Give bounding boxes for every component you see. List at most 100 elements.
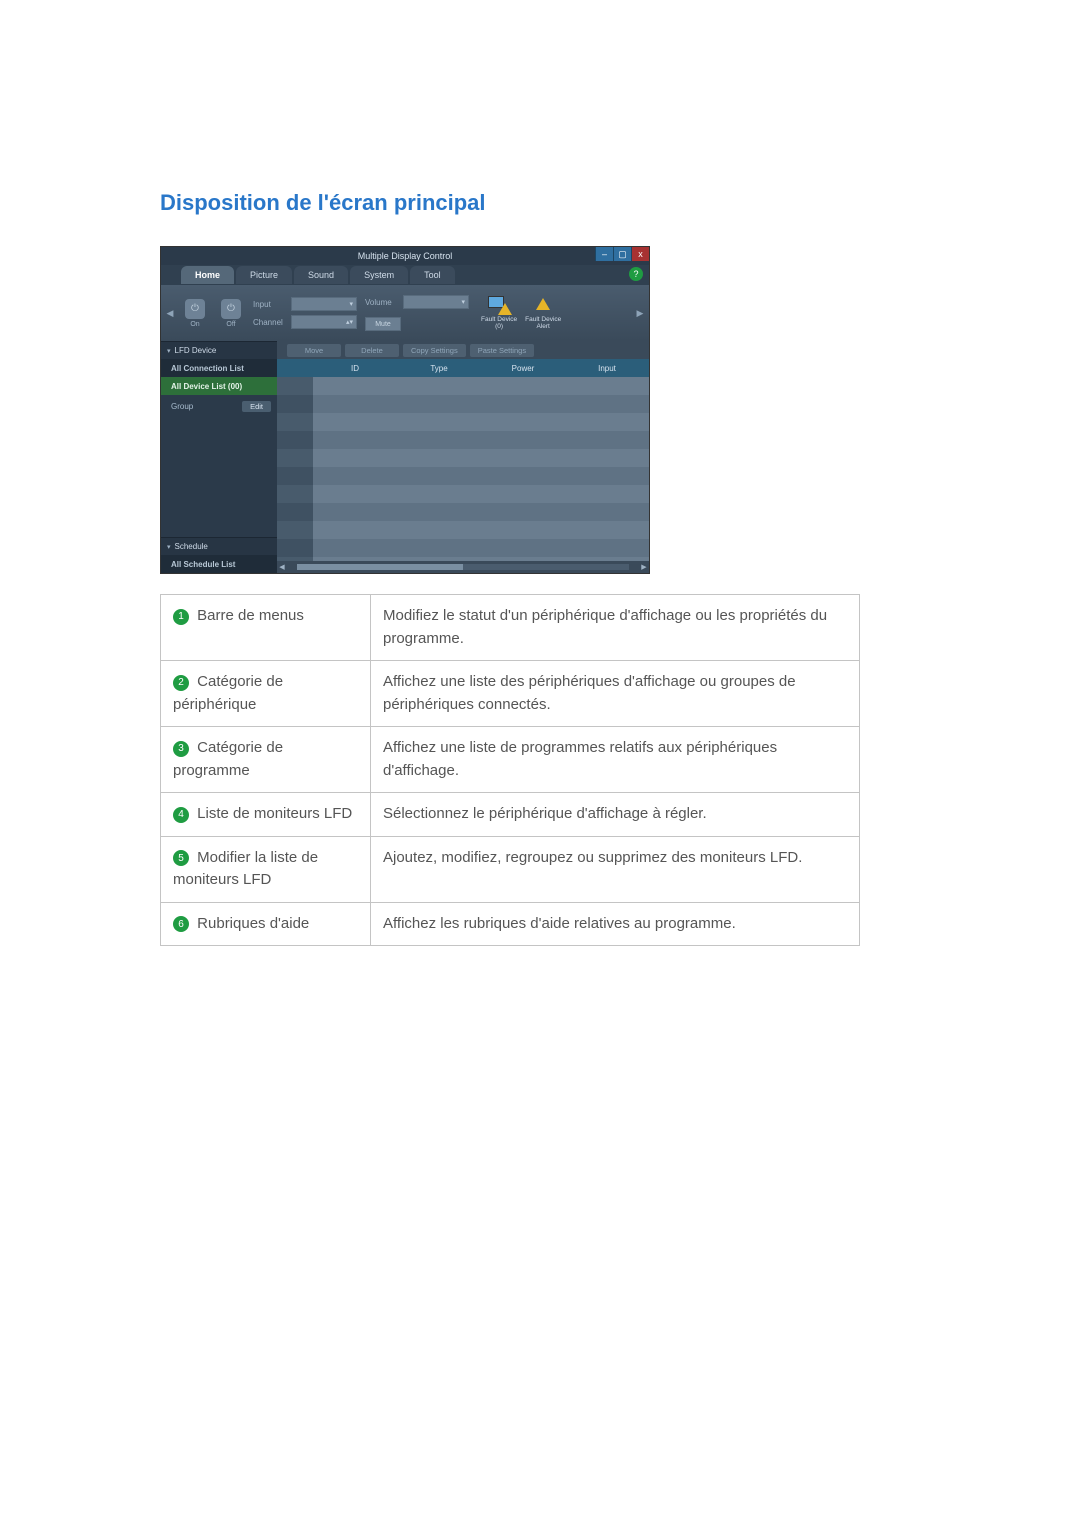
delete-button[interactable]: Delete xyxy=(345,344,399,357)
fault-group: Fault Device (0) Fault Device Alert xyxy=(481,296,561,330)
legend-desc: Ajoutez, modifiez, regroupez ou supprime… xyxy=(371,836,860,902)
schedule-label: Schedule xyxy=(175,542,208,551)
tab-system[interactable]: System xyxy=(350,266,408,284)
col-input[interactable]: Input xyxy=(565,359,649,377)
power-off-label: Off xyxy=(226,321,235,328)
horizontal-scrollbar[interactable]: ◀ ▶ xyxy=(277,561,649,573)
badge-icon: 6 xyxy=(173,916,189,932)
col-checkbox xyxy=(277,359,313,377)
legend-desc: Sélectionnez le périphérique d'affichage… xyxy=(371,793,860,837)
mute-button[interactable]: Mute xyxy=(365,317,401,331)
paste-settings-button[interactable]: Paste Settings xyxy=(470,344,534,357)
legend-desc: Affichez les rubriques d'aide relatives … xyxy=(371,902,860,946)
group-row: Group Edit xyxy=(161,395,277,417)
scroll-left-icon[interactable]: ◀ xyxy=(277,563,287,571)
toolbar-next-icon[interactable]: ▶ xyxy=(637,293,643,333)
grid-gutter xyxy=(277,377,313,561)
volume-label: Volume xyxy=(365,298,399,307)
fault-device-button[interactable]: Fault Device (0) xyxy=(481,296,517,330)
tab-picture[interactable]: Picture xyxy=(236,266,292,284)
badge-icon: 3 xyxy=(173,741,189,757)
input-label: Input xyxy=(253,300,287,309)
all-connection-list[interactable]: All Connection List xyxy=(161,359,277,377)
sidebar: ▾ LFD Device All Connection List All Dev… xyxy=(161,341,277,573)
table-header: ID Type Power Input xyxy=(277,359,649,377)
fault-device-label: Fault Device (0) xyxy=(481,316,517,330)
edit-button[interactable]: Edit xyxy=(242,401,271,412)
col-id[interactable]: ID xyxy=(313,359,397,377)
group-label: Group xyxy=(171,402,193,411)
maximize-button[interactable]: ▢ xyxy=(613,247,631,261)
sidebar-spacer xyxy=(161,417,277,537)
badge-icon: 5 xyxy=(173,850,189,866)
toolbar: ◀ ⏻ On ⏻ Off Input ▾ Channel ▴▾ Volum xyxy=(161,285,649,341)
schedule-header[interactable]: ▾ Schedule xyxy=(161,537,277,555)
section-title: Disposition de l'écran principal xyxy=(160,190,920,216)
menu-bar: Home Picture Sound System Tool ? xyxy=(161,265,649,285)
table-row: 2 Catégorie de périphérique Affichez une… xyxy=(161,661,860,727)
table-row: 5 Modifier la liste de moniteurs LFD Ajo… xyxy=(161,836,860,902)
table-row: 4 Liste de moniteurs LFD Sélectionnez le… xyxy=(161,793,860,837)
channel-label: Channel xyxy=(253,318,287,327)
legend-table: 1 Barre de menus Modifiez le statut d'un… xyxy=(160,594,860,946)
legend-term: 2 Catégorie de périphérique xyxy=(161,661,371,727)
power-group: ⏻ On ⏻ Off xyxy=(181,295,245,331)
fault-device-icon xyxy=(488,296,510,314)
input-dropdown[interactable]: ▾ xyxy=(291,297,357,311)
legend-desc: Modifiez le statut d'un périphérique d'a… xyxy=(371,595,860,661)
legend-term: 4 Liste de moniteurs LFD xyxy=(161,793,371,837)
col-power[interactable]: Power xyxy=(481,359,565,377)
channel-stepper[interactable]: ▴▾ xyxy=(291,315,357,329)
legend-term: 5 Modifier la liste de moniteurs LFD xyxy=(161,836,371,902)
legend-term: 1 Barre de menus xyxy=(161,595,371,661)
power-icon: ⏻ xyxy=(185,299,205,319)
chevron-down-icon: ▾ xyxy=(461,298,465,306)
table-row: 1 Barre de menus Modifiez le statut d'un… xyxy=(161,595,860,661)
close-button[interactable]: x xyxy=(631,247,649,261)
app-window: Multiple Display Control – ▢ x Home Pict… xyxy=(160,246,650,574)
tab-tool[interactable]: Tool xyxy=(410,266,455,284)
window-controls: – ▢ x xyxy=(595,247,649,261)
input-group: Input ▾ Channel ▴▾ xyxy=(253,297,357,329)
scroll-track[interactable] xyxy=(297,564,629,570)
fault-alert-button[interactable]: Fault Device Alert xyxy=(525,296,561,330)
power-on-button[interactable]: ⏻ On xyxy=(181,295,209,331)
window-title: Multiple Display Control xyxy=(358,251,453,261)
chevron-down-icon: ▾ xyxy=(167,347,171,355)
scroll-thumb[interactable] xyxy=(297,564,463,570)
help-icon[interactable]: ? xyxy=(629,267,643,281)
stepper-icon: ▴▾ xyxy=(346,318,353,326)
power-on-label: On xyxy=(190,321,199,328)
legend-desc: Affichez une liste des périphériques d'a… xyxy=(371,661,860,727)
fault-alert-icon xyxy=(532,296,554,314)
badge-icon: 1 xyxy=(173,609,189,625)
volume-group: Volume ▾ Mute xyxy=(365,295,469,331)
all-schedule-list[interactable]: All Schedule List xyxy=(161,555,277,573)
chevron-down-icon: ▾ xyxy=(167,543,171,551)
volume-field[interactable]: ▾ xyxy=(403,295,469,309)
table-row: 3 Catégorie de programme Affichez une li… xyxy=(161,727,860,793)
col-type[interactable]: Type xyxy=(397,359,481,377)
minimize-button[interactable]: – xyxy=(595,247,613,261)
device-grid[interactable] xyxy=(277,377,649,561)
badge-icon: 2 xyxy=(173,675,189,691)
legend-term: 3 Catégorie de programme xyxy=(161,727,371,793)
scroll-right-icon[interactable]: ▶ xyxy=(639,563,649,571)
move-button[interactable]: Move xyxy=(287,344,341,357)
tab-home[interactable]: Home xyxy=(181,266,234,284)
chevron-down-icon: ▾ xyxy=(349,300,353,308)
power-off-button[interactable]: ⏻ Off xyxy=(217,295,245,331)
fault-alert-label: Fault Device Alert xyxy=(525,316,561,330)
all-device-list[interactable]: All Device List (00) xyxy=(161,377,277,395)
badge-icon: 4 xyxy=(173,807,189,823)
toolbar-prev-icon[interactable]: ◀ xyxy=(167,293,173,333)
tab-sound[interactable]: Sound xyxy=(294,266,348,284)
copy-settings-button[interactable]: Copy Settings xyxy=(403,344,466,357)
legend-desc: Affichez une liste de programmes relatif… xyxy=(371,727,860,793)
action-row: Move Delete Copy Settings Paste Settings xyxy=(277,341,649,359)
title-bar: Multiple Display Control – ▢ x xyxy=(161,247,649,265)
power-icon: ⏻ xyxy=(221,299,241,319)
legend-term: 6 Rubriques d'aide xyxy=(161,902,371,946)
lfd-device-label: LFD Device xyxy=(175,346,217,355)
lfd-device-header[interactable]: ▾ LFD Device xyxy=(161,341,277,359)
